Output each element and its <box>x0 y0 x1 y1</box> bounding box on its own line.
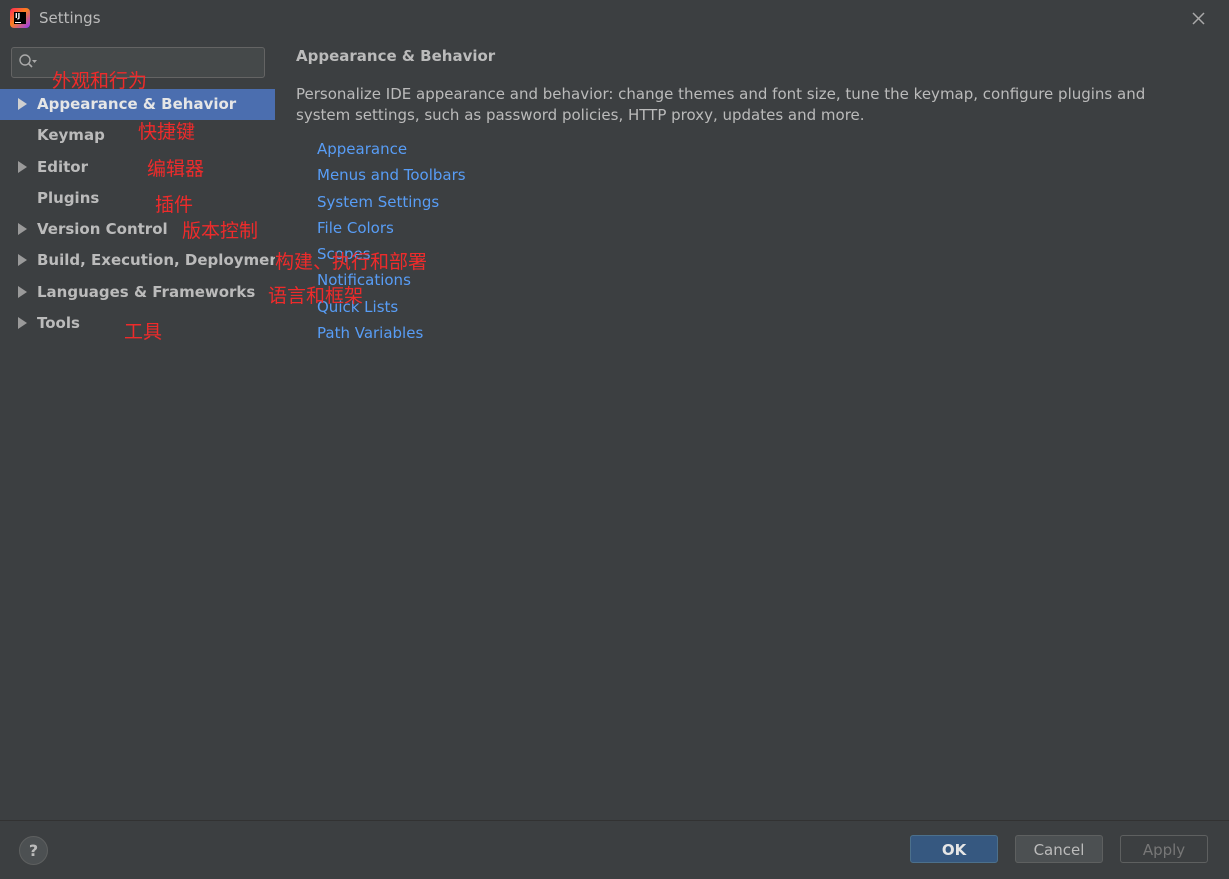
intellij-app-icon: IJ <box>10 8 30 28</box>
apply-button[interactable]: Apply <box>1120 835 1208 863</box>
annotation-tools: 工具 <box>124 321 163 343</box>
search-icon[interactable] <box>18 53 38 71</box>
sidebar-item-appearance-behavior[interactable]: Appearance & Behavior <box>0 89 275 121</box>
subsection-links: Appearance Menus and Toolbars System Set… <box>317 140 466 350</box>
expand-arrow-icon[interactable] <box>18 223 27 236</box>
sidebar-item-label: Build, Execution, Deployment <box>37 251 288 270</box>
page-description: Personalize IDE appearance and behavior:… <box>296 85 1146 124</box>
link-path-variables[interactable]: Path Variables <box>317 324 466 350</box>
expand-arrow-icon[interactable] <box>18 254 27 267</box>
window-title: Settings <box>39 9 101 27</box>
sidebar-item-label: Languages & Frameworks <box>37 282 256 301</box>
sidebar-item-plugins[interactable]: Plugins <box>0 183 275 214</box>
expand-arrow-icon[interactable] <box>18 160 27 173</box>
annotation-keymap: 快捷键 <box>138 121 196 143</box>
annotation-build-execution-deployment: 构建、执行和部署 <box>275 251 428 273</box>
settings-sidebar: Appearance & Behavior Keymap Editor Plug… <box>0 36 287 820</box>
link-file-colors[interactable]: File Colors <box>317 219 466 245</box>
sidebar-item-editor[interactable]: Editor <box>0 152 275 183</box>
page-title: Appearance & Behavior <box>296 47 496 65</box>
sidebar-item-label: Editor <box>37 157 88 176</box>
help-button[interactable]: ? <box>19 836 48 865</box>
sidebar-item-label: Version Control <box>37 220 168 239</box>
title-bar: IJ Settings <box>0 0 1229 36</box>
link-appearance[interactable]: Appearance <box>317 140 466 166</box>
settings-content: Appearance & Behavior Personalize IDE ap… <box>275 36 1229 820</box>
annotation-editor: 编辑器 <box>147 158 205 180</box>
annotation-version-control: 版本控制 <box>182 220 259 242</box>
link-menus-toolbars[interactable]: Menus and Toolbars <box>317 166 466 192</box>
ok-button[interactable]: OK <box>910 835 998 863</box>
sidebar-item-label: Plugins <box>37 188 100 207</box>
app-icon-text: IJ <box>14 12 26 24</box>
sidebar-item-label: Tools <box>37 314 80 333</box>
expand-arrow-icon[interactable] <box>18 285 27 298</box>
sidebar-item-label: Appearance & Behavior <box>37 95 237 113</box>
expand-arrow-icon[interactable] <box>18 98 27 110</box>
annotation-languages-frameworks: 语言和框架 <box>268 285 364 307</box>
annotation-plugins: 插件 <box>155 194 194 216</box>
expand-arrow-icon[interactable] <box>18 317 27 330</box>
sidebar-item-build-execution-deployment[interactable]: Build, Execution, Deployment <box>0 245 287 276</box>
cancel-button[interactable]: Cancel <box>1015 835 1103 863</box>
settings-window: IJ Settings Appearance & Behavior Keymap… <box>0 0 1229 879</box>
sidebar-item-languages-frameworks[interactable]: Languages & Frameworks <box>0 277 275 308</box>
annotation-appearance-behavior: 外观和行为 <box>52 70 148 92</box>
dialog-footer: ? OK Cancel Apply <box>0 820 1229 879</box>
sidebar-item-label: Keymap <box>37 126 105 145</box>
link-system-settings[interactable]: System Settings <box>317 193 466 219</box>
close-icon[interactable] <box>1187 7 1209 29</box>
